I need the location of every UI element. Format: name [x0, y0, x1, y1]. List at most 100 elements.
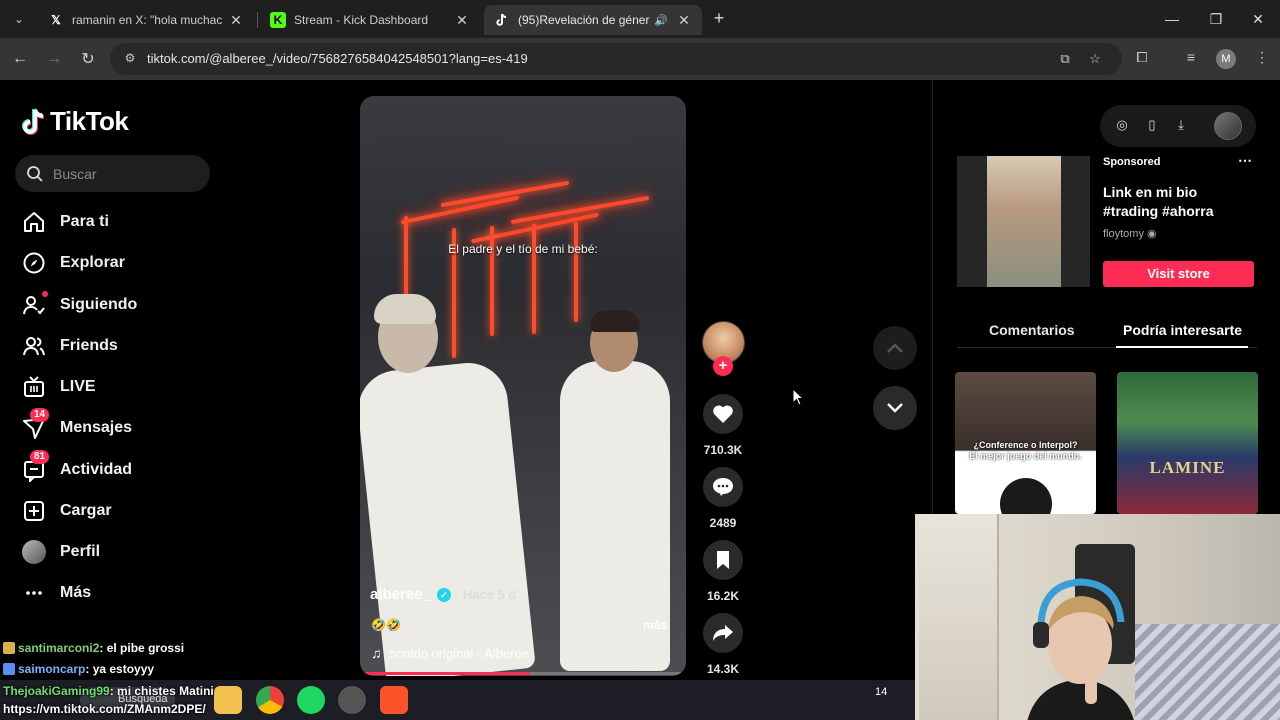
video-author[interactable]: alberee_ ✓ · Hace 5 d [370, 586, 516, 603]
sidebar-item-explorar[interactable]: Explorar [20, 248, 125, 278]
obs-icon[interactable] [338, 686, 366, 714]
webcam-bed [1135, 624, 1280, 720]
comment-button[interactable] [703, 467, 743, 507]
profile-avatar[interactable]: M [1216, 49, 1236, 69]
tab-close-icon[interactable]: ✕ [676, 12, 692, 29]
chat-message: saimoncarp: ya estoyyy [3, 662, 154, 676]
video-description: 🤣🤣 [371, 618, 401, 632]
menu-kebab-icon[interactable]: ⋮ [1252, 49, 1272, 69]
save-button[interactable] [703, 540, 743, 580]
download-icon[interactable]: ⤓ [1172, 117, 1190, 135]
tab-search-chevron-icon[interactable]: ⌄ [8, 8, 30, 30]
logo-text: TikTok [50, 106, 129, 136]
phone-icon[interactable]: ▯ [1143, 117, 1161, 135]
active-tab-indicator [1116, 346, 1248, 348]
url-text[interactable]: tiktok.com/@alberee_/video/7568276584042… [147, 51, 528, 66]
sidebar-item-label: Perfil [60, 543, 101, 560]
coin-icon[interactable]: ◎ [1113, 117, 1131, 135]
profile-avatar [20, 538, 48, 566]
chevron-down-icon [887, 403, 903, 413]
search-placeholder: Buscar [53, 166, 97, 182]
tiktok-note-icon [22, 107, 46, 136]
ad-username[interactable]: floytomy ◉ [1103, 227, 1157, 240]
tab-kick[interactable]: K Stream - Kick Dashboard ✕ [260, 5, 480, 35]
video-sound[interactable]: ♫ sonido original - Alberee [371, 645, 529, 661]
sidebar-item-label: Más [60, 584, 92, 601]
window-close-icon[interactable]: ✕ [1236, 4, 1280, 34]
sidebar-item-mas[interactable]: Más [20, 578, 91, 608]
previous-video-button[interactable] [873, 326, 917, 370]
next-video-button[interactable] [873, 386, 917, 430]
extensions-icon[interactable]: ⧠ [1132, 49, 1152, 69]
more-icon [20, 579, 48, 607]
tab-close-icon[interactable]: ✕ [228, 12, 244, 29]
inbox-icon: 14 [20, 408, 50, 442]
tab-tiktok[interactable]: (95)Revelación de género d 🔊 ✕ [484, 5, 702, 35]
tab-close-icon[interactable]: ✕ [454, 12, 470, 29]
author-username[interactable]: alberee_ [370, 586, 431, 603]
file-explorer-icon[interactable] [214, 686, 242, 714]
sidebar-item-cargar[interactable]: Cargar [20, 496, 112, 526]
sidebar-item-actividad[interactable]: 81 Actividad [20, 450, 132, 485]
video-progress-fill [360, 672, 530, 675]
address-bar[interactable]: ⚙ tiktok.com/@alberee_/video/75682765840… [110, 43, 1122, 75]
tiktok-logo[interactable]: TikTok [22, 106, 129, 137]
streamer-figure [1027, 578, 1134, 720]
chat-colon: : [99, 641, 107, 655]
recommended-video-1[interactable]: ¿Conference o Interpol? El mejor juego d… [955, 372, 1096, 514]
tab-x[interactable]: 𝕏 ramanin en X: "hola muchachos ✕ [38, 5, 254, 35]
video-overlay-caption: El padre y el tío de mi bebé: [448, 242, 598, 256]
user-avatar[interactable] [1214, 112, 1242, 140]
new-tab-button[interactable]: + [708, 8, 730, 30]
search-input[interactable]: Buscar [15, 155, 210, 192]
heart-icon [713, 405, 733, 423]
sidebar-item-mensajes[interactable]: 14 Mensajes [20, 408, 132, 443]
ad-thumbnail[interactable] [957, 156, 1090, 287]
webcam-overlay [915, 514, 1280, 720]
ad-menu-icon[interactable]: ⋯ [1238, 152, 1252, 169]
media-control-icon[interactable]: ≡ [1181, 49, 1201, 69]
sponsored-label: Sponsored [1103, 156, 1161, 168]
site-info-icon[interactable]: ⚙ [122, 51, 138, 67]
tab-podria-interesarte[interactable]: Podría interesarte [1123, 322, 1242, 338]
install-app-icon[interactable]: ⧉ [1056, 51, 1074, 69]
tab-comentarios[interactable]: Comentarios [989, 322, 1075, 338]
sidebar-item-siguiendo[interactable]: Siguiendo [20, 290, 137, 320]
like-button[interactable] [703, 394, 743, 434]
forward-arrow-icon[interactable]: → [42, 47, 66, 71]
follow-plus-button[interactable]: + [713, 356, 733, 376]
sidebar-item-label: Friends [60, 337, 118, 354]
share-button[interactable] [703, 613, 743, 653]
back-arrow-icon[interactable]: ← [8, 47, 32, 71]
kick-logo-icon: K [270, 12, 286, 28]
sidebar-item-para-ti[interactable]: Para ti [20, 207, 109, 237]
sidebar-item-label: Cargar [60, 502, 112, 519]
weather-temp: 14 [875, 686, 888, 698]
reload-icon[interactable]: ↻ [76, 47, 100, 71]
bookmark-star-icon[interactable]: ☆ [1086, 51, 1104, 69]
ad-title[interactable]: Link en mi bio #trading #ahorra [1103, 183, 1253, 221]
chrome-icon[interactable] [256, 686, 284, 714]
sidebar-item-friends[interactable]: Friends [20, 331, 118, 361]
tiktok-logo-icon [494, 12, 510, 28]
browser-toolbar: ← → ↻ ⚙ tiktok.com/@alberee_/video/75682… [0, 38, 1280, 80]
messages-badge: 14 [30, 408, 50, 422]
spotify-icon[interactable] [297, 686, 325, 714]
video-person-hair [590, 310, 640, 332]
brave-icon[interactable] [380, 686, 408, 714]
mouse-cursor-icon [792, 388, 804, 406]
like-count: 710.3K [703, 443, 743, 457]
visit-store-button[interactable]: Visit store [1103, 261, 1254, 287]
minimize-icon[interactable]: — [1150, 4, 1194, 34]
sidebar-item-perfil[interactable]: Perfil [20, 537, 100, 567]
sidebar-item-live[interactable]: LIVE [20, 372, 96, 402]
chat-user: ThejoakiGaming99 [3, 684, 110, 698]
recommended-video-2[interactable]: LAMINE [1117, 372, 1258, 514]
speaker-icon[interactable]: 🔊 [654, 14, 670, 27]
more-link[interactable]: más [643, 618, 667, 632]
activity-badge: 81 [30, 450, 50, 464]
live-icon [20, 373, 48, 401]
video-progress-bar[interactable] [360, 672, 686, 675]
maximize-icon[interactable]: ❐ [1194, 4, 1238, 34]
video-player[interactable]: El padre y el tío de mi bebé: alberee_ ✓… [360, 96, 686, 676]
